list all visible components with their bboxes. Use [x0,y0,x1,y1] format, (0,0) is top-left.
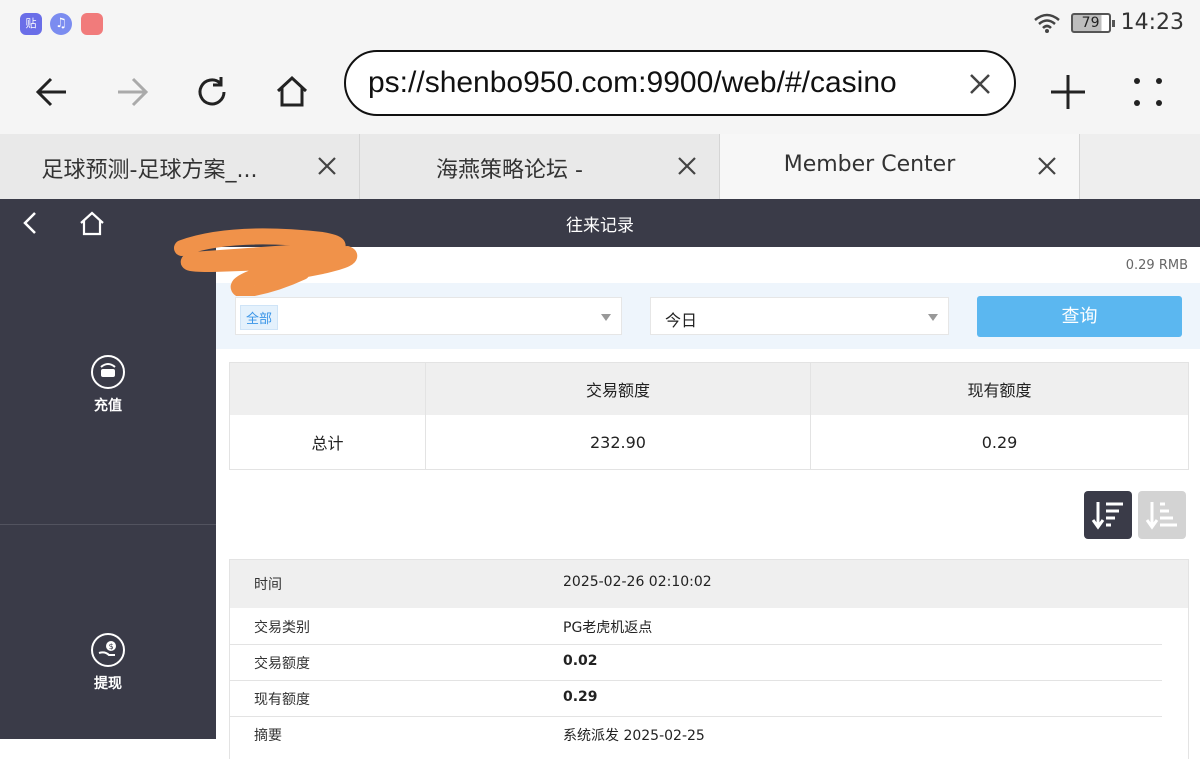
browser-tab-active[interactable]: Member Center [720,134,1080,199]
caret-down-icon [601,314,611,321]
battery-icon: 79 [1070,12,1115,33]
record-row: 摘要 系统派发 2025-02-25 [230,716,1188,752]
close-tab-button[interactable] [1033,152,1061,180]
close-icon [678,157,696,175]
browser-tab[interactable]: 足球预测-足球方案_... [0,134,360,199]
sort-descending-icon [1091,502,1123,530]
close-icon [970,74,990,94]
sidebar-item-label: 充值 [94,398,122,414]
sidebar-item-withdraw[interactable]: $ 提现 [0,633,216,693]
summary-total-label: 总计 [311,434,344,453]
browser-tabs: 足球预测-足球方案_... 海燕策略论坛 - Member Center [0,134,1200,199]
summary-header-cell: 交易额度 [425,363,810,415]
sort-descending-button[interactable] [1084,491,1132,539]
address-bar[interactable]: ps://shenbo950.com:9900/web/#/casino [344,50,1016,116]
plus-icon [1051,75,1085,109]
withdraw-icon: $ [91,633,125,667]
record-row: 现有额度 0.29 [230,680,1188,716]
reload-button[interactable] [184,64,240,120]
app-notification-icon: 贴 [20,13,42,35]
close-tab-button[interactable] [313,152,341,180]
record-row-value: 0.29 [563,689,598,705]
wifi-icon [1033,13,1060,33]
record-row: 交易额度 0.02 [230,644,1188,680]
status-bar: 贴 ♫ 79 14:23 [0,0,1200,48]
record-row-label: 现有额度 [254,692,310,708]
selected-type-tag[interactable]: 全部 [240,305,279,330]
record-card: 时间 2025-02-26 02:10:02 交易类别 PG老虎机返点 交易额度… [229,559,1189,759]
back-button[interactable] [24,64,80,120]
caret-down-icon [928,314,938,321]
selected-date: 今日 [665,311,698,330]
close-tab-button[interactable] [673,152,701,180]
home-button[interactable] [264,64,320,120]
more-dots-icon [1134,78,1162,106]
record-row-label: 摘要 [254,728,282,744]
record-row-value: 系统派发 2025-02-25 [563,728,705,744]
music-app-icon: ♫ [50,13,72,35]
balance-row: 0.29 RMB [216,247,1200,283]
record-header: 时间 2025-02-26 02:10:02 [230,560,1188,608]
sort-ascending-button[interactable] [1138,491,1186,539]
summary-row: 总计 232.90 0.29 [230,415,1188,469]
redaction-scribble [174,228,358,296]
sidebar: 充值 $ 提现 [0,247,216,739]
tab-title[interactable]: Member Center [720,152,1019,177]
summary-transaction-amount: 232.90 [425,415,810,469]
browser-toolbar: ps://shenbo950.com:9900/web/#/casino [0,48,1200,134]
type-select[interactable]: 全部 [235,297,622,335]
home-icon [276,75,308,107]
record-row-label: 交易类别 [254,620,310,636]
close-icon [1038,157,1056,175]
url-text[interactable]: ps://shenbo950.com:9900/web/#/casino [368,66,948,100]
tab-title[interactable]: 海燕策略论坛 - [360,152,659,184]
sidebar-item-label: 提现 [94,676,122,692]
tab-title[interactable]: 足球预测-足球方案_... [0,152,299,184]
query-button[interactable]: 查询 [977,296,1182,337]
summary-header-cell: 现有额度 [810,363,1188,415]
record-time-value: 2025-02-26 02:10:02 [563,574,712,590]
date-select[interactable]: 今日 [650,297,949,335]
record-row: 交易类别 PG老虎机返点 [230,608,1188,644]
arrow-right-icon [118,77,149,107]
close-icon [318,157,336,175]
record-row-value: 0.02 [563,653,598,669]
svg-text:$: $ [109,642,114,651]
main-content: 0.29 RMB 全部 今日 查询 交易额度 现有额度 总计 232.90 0.… [216,247,1200,759]
record-row-value: PG老虎机返点 [563,620,653,636]
record-time-label: 时间 [254,577,282,593]
summary-header-cell [230,363,425,415]
clock: 14:23 [1120,10,1184,35]
browser-tab[interactable]: 海燕策略论坛 - [360,134,720,199]
reload-icon [198,77,226,106]
summary-current-amount: 0.29 [810,415,1188,469]
menu-button[interactable] [1120,64,1176,120]
clear-url-button[interactable] [960,64,1000,104]
forward-button[interactable] [104,64,160,120]
recharge-icon [91,355,125,389]
balance-amount: 0.29 RMB [1125,258,1188,273]
sidebar-divider [0,524,216,525]
arrow-left-icon [35,77,66,107]
filter-bar: 全部 今日 查询 [216,283,1200,349]
sort-ascending-icon [1145,502,1177,530]
record-row-label: 交易额度 [254,656,310,672]
sidebar-item-recharge[interactable]: 充值 [0,355,216,415]
summary-table: 交易额度 现有额度 总计 232.90 0.29 [229,362,1189,470]
new-tab-button[interactable] [1040,64,1096,120]
summary-header: 交易额度 现有额度 [230,363,1188,415]
shopping-app-icon [81,13,103,35]
